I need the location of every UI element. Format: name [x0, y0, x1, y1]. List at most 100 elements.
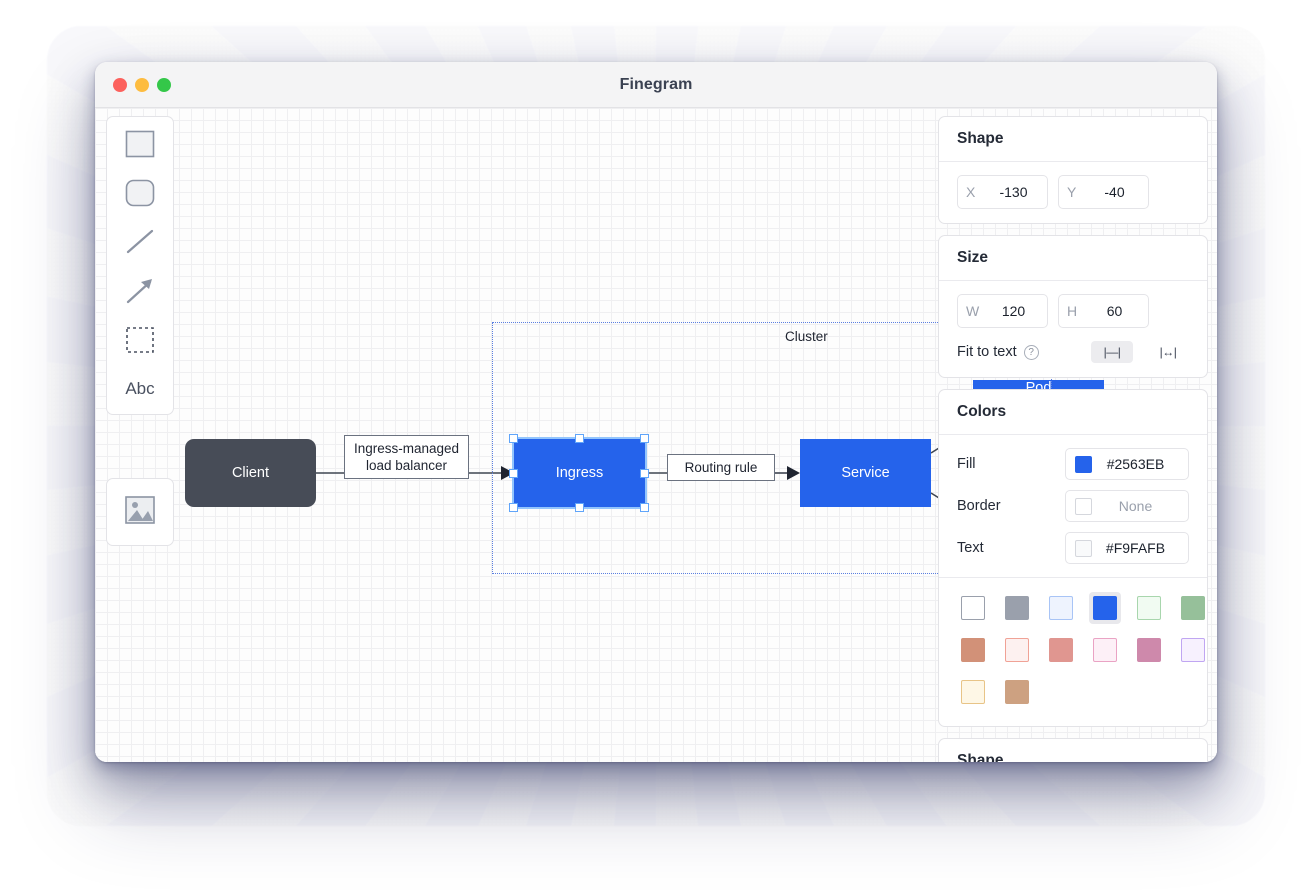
position-y-field[interactable]: Y -40 [1058, 175, 1149, 209]
application-window: Finegram Cluster Pod Client Ingress Serv… [95, 62, 1217, 762]
color-swatch-4[interactable] [1137, 596, 1161, 620]
diagram-node-client[interactable]: Client [185, 439, 316, 507]
border-label: Border [957, 498, 1001, 514]
color-swatch-cell[interactable] [957, 592, 989, 624]
fill-color-chip [1075, 455, 1092, 473]
resize-handle-n[interactable] [574, 434, 584, 443]
text-color-chip [1075, 539, 1092, 557]
color-swatch-cell[interactable] [1001, 592, 1033, 624]
arrow-icon [123, 276, 157, 306]
text-icon: Abc [125, 379, 155, 398]
text-tool[interactable]: Abc [118, 372, 162, 406]
edge-label-line1: Ingress-managed [353, 440, 460, 456]
panel-colors: Colors Fill #2563EB Border None Text #F9… [938, 389, 1208, 727]
node-label: Client [231, 465, 270, 481]
resize-handle-e[interactable] [640, 468, 649, 478]
shape-toolbar: Abc [106, 116, 174, 415]
color-swatch-grid [939, 577, 1207, 712]
window-title: Finegram [619, 75, 693, 93]
panel-shape-title: Shape [939, 117, 1207, 162]
rectangle-tool[interactable] [118, 127, 162, 161]
color-swatch-12[interactable] [1181, 638, 1205, 662]
color-swatch-11[interactable] [1137, 638, 1161, 662]
rectangle-icon [123, 129, 157, 159]
rounded-rectangle-icon [123, 178, 157, 208]
arrow-tool[interactable] [118, 274, 162, 308]
fit-width-fixed-button[interactable]: |—| [1091, 341, 1133, 363]
titlebar: Finegram [95, 62, 1217, 108]
panel-shape: Shape X -130 Y -40 [938, 116, 1208, 224]
panel-shape-bottom: Shape [938, 738, 1208, 762]
resize-handle-s[interactable] [574, 503, 584, 512]
color-swatch-cell[interactable] [1001, 634, 1033, 666]
color-swatch-15[interactable] [1005, 680, 1029, 704]
panel-colors-title: Colors [939, 390, 1207, 435]
panel-shape-bottom-title: Shape [939, 739, 1207, 762]
panel-size: Size W 120 H 60 Fit to text ? |—| |↔| [938, 235, 1208, 378]
position-x-value: -130 [999, 184, 1028, 200]
color-swatch-0[interactable] [961, 596, 985, 620]
rounded-rectangle-tool[interactable] [118, 176, 162, 210]
color-row-border: Border None [957, 490, 1189, 522]
fit-width-expand-button[interactable]: |↔| [1147, 341, 1189, 363]
color-swatch-3[interactable] [1093, 596, 1117, 620]
color-swatch-cell[interactable] [1133, 592, 1165, 624]
color-swatch-cell[interactable] [957, 634, 989, 666]
text-color-value: #F9FAFB [1105, 540, 1166, 556]
size-width-field[interactable]: W 120 [957, 294, 1048, 328]
size-width-value: 120 [1001, 303, 1026, 319]
size-width-label: W [966, 303, 980, 319]
resize-handle-ne[interactable] [640, 434, 649, 443]
text-color-input[interactable]: #F9FAFB [1065, 532, 1189, 564]
color-swatch-14[interactable] [961, 680, 985, 704]
color-swatch-1[interactable] [1005, 596, 1029, 620]
inspector-sidebar: Shape X -130 Y -40 Size W 120 H 60 Fit t… [938, 116, 1208, 762]
resize-handle-w[interactable] [509, 468, 518, 478]
color-swatch-5[interactable] [1181, 596, 1205, 620]
color-swatch-cell[interactable] [1133, 634, 1165, 666]
color-swatch-cell[interactable] [1177, 634, 1207, 666]
border-color-input[interactable]: None [1065, 490, 1189, 522]
color-swatch-cell[interactable] [1045, 634, 1077, 666]
size-height-field[interactable]: H 60 [1058, 294, 1149, 328]
text-label: Text [957, 540, 984, 556]
dashed-rectangle-tool[interactable] [118, 323, 162, 357]
line-icon [123, 227, 157, 257]
color-swatch-10[interactable] [1093, 638, 1117, 662]
line-tool[interactable] [118, 225, 162, 259]
window-body: Cluster Pod Client Ingress Service Ingre… [95, 108, 1217, 762]
fill-color-value: #2563EB [1106, 456, 1165, 472]
fill-label: Fill [957, 456, 976, 472]
dashed-rectangle-icon [123, 325, 157, 355]
resize-handle-se[interactable] [640, 503, 649, 512]
edge-label-line2: load balancer [365, 458, 448, 473]
color-row-text: Text #F9FAFB [957, 532, 1189, 564]
border-color-chip [1075, 497, 1092, 515]
color-swatch-cell[interactable] [1089, 634, 1121, 666]
resize-handle-nw[interactable] [509, 434, 518, 443]
color-swatch-cell[interactable] [1177, 592, 1207, 624]
resize-handle-sw[interactable] [509, 503, 518, 512]
color-swatch-cell[interactable] [1045, 592, 1077, 624]
color-swatch-9[interactable] [1049, 638, 1073, 662]
size-height-value: 60 [1106, 303, 1123, 319]
panel-size-title: Size [939, 236, 1207, 281]
size-height-label: H [1067, 303, 1078, 319]
border-color-value: None [1118, 498, 1153, 514]
image-icon [122, 494, 158, 531]
color-swatch-2[interactable] [1049, 596, 1073, 620]
color-swatch-cell[interactable] [957, 676, 989, 708]
position-x-label: X [966, 184, 976, 200]
color-swatch-cell[interactable] [1001, 676, 1033, 708]
image-tool[interactable] [106, 478, 174, 546]
color-swatch-7[interactable] [961, 638, 985, 662]
position-y-value: -40 [1104, 184, 1125, 200]
color-swatch-cell[interactable] [1089, 592, 1121, 624]
position-x-field[interactable]: X -130 [957, 175, 1048, 209]
fit-to-text-row: Fit to text ? |—| |↔| [957, 341, 1189, 363]
fill-color-input[interactable]: #2563EB [1065, 448, 1189, 480]
color-swatch-8[interactable] [1005, 638, 1029, 662]
color-row-fill: Fill #2563EB [957, 448, 1189, 480]
edge-label-load-balancer[interactable]: Ingress-managed load balancer [344, 435, 469, 479]
help-icon[interactable]: ? [1023, 344, 1039, 360]
